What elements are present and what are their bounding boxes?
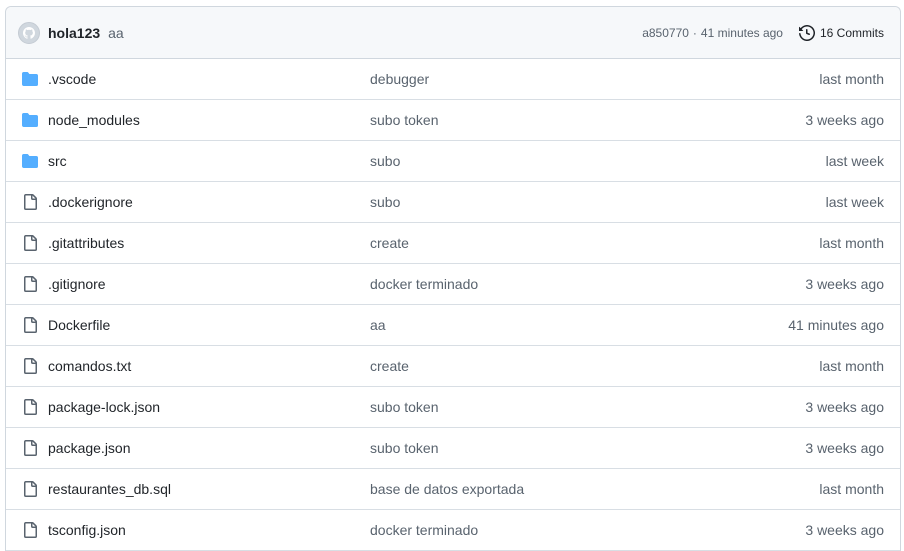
commit-date: last month bbox=[819, 358, 884, 374]
commit-time: 41 minutes ago bbox=[700, 25, 783, 40]
commit-message-link[interactable]: create bbox=[370, 235, 819, 251]
commit-date: last month bbox=[819, 235, 884, 251]
avatar[interactable] bbox=[18, 21, 40, 44]
file-icon bbox=[24, 276, 37, 292]
file-name-link[interactable]: .gitignore bbox=[48, 276, 370, 292]
commit-message-link[interactable]: docker terminado bbox=[370, 522, 805, 538]
file-name-link[interactable]: restaurantes_db.sql bbox=[48, 481, 370, 497]
commit-message-link[interactable]: debugger bbox=[370, 71, 819, 87]
commit-date: last month bbox=[819, 481, 884, 497]
file-icon bbox=[24, 317, 37, 333]
commit-message-link[interactable]: subo token bbox=[370, 440, 805, 456]
file-row[interactable]: .gitignore docker terminado 3 weeks ago bbox=[6, 264, 900, 305]
file-icon bbox=[24, 358, 37, 374]
commit-date: 3 weeks ago bbox=[805, 276, 884, 292]
file-icon-wrap bbox=[22, 522, 38, 538]
file-row[interactable]: package.json subo token 3 weeks ago bbox=[6, 428, 900, 469]
folder-icon bbox=[22, 72, 38, 86]
file-name-link[interactable]: .dockerignore bbox=[48, 194, 370, 210]
file-icon bbox=[24, 440, 37, 456]
file-name-link[interactable]: Dockerfile bbox=[48, 317, 370, 333]
file-icon-wrap bbox=[22, 440, 38, 456]
history-icon bbox=[798, 24, 815, 41]
file-icon-wrap bbox=[22, 276, 38, 292]
file-name-link[interactable]: src bbox=[48, 153, 370, 169]
commit-date: 3 weeks ago bbox=[805, 399, 884, 415]
file-list-box: hola123 aa a850770 · 41 minutes ago 16 C… bbox=[5, 6, 901, 551]
file-row[interactable]: Dockerfile aa 41 minutes ago bbox=[6, 305, 900, 346]
file-name-link[interactable]: node_modules bbox=[48, 112, 370, 128]
file-name-link[interactable]: .gitattributes bbox=[48, 235, 370, 251]
commit-message[interactable]: aa bbox=[108, 25, 124, 41]
commit-date: last month bbox=[819, 71, 884, 87]
commit-message-link[interactable]: aa bbox=[370, 317, 788, 333]
file-row[interactable]: package-lock.json subo token 3 weeks ago bbox=[6, 387, 900, 428]
commit-date: last week bbox=[825, 194, 884, 210]
file-icon bbox=[24, 399, 37, 415]
file-row[interactable]: src subo last week bbox=[6, 141, 900, 182]
commit-date: 3 weeks ago bbox=[805, 112, 884, 128]
file-icon bbox=[24, 194, 37, 210]
latest-commit-bar: hola123 aa a850770 · 41 minutes ago 16 C… bbox=[6, 7, 900, 59]
file-rows: .vscode debugger last month node_modules sub… bbox=[6, 59, 900, 551]
commits-history-button[interactable]: 16 Commits bbox=[798, 24, 884, 41]
commit-date: 3 weeks ago bbox=[805, 440, 884, 456]
commit-message-link[interactable]: create bbox=[370, 358, 819, 374]
commit-hash[interactable]: a850770 bbox=[642, 26, 689, 40]
commit-meta: a850770 · 41 minutes ago bbox=[642, 26, 783, 40]
commit-message-link[interactable]: subo bbox=[370, 153, 826, 169]
file-row[interactable]: tsconfig.json docker terminado 3 weeks ago bbox=[6, 510, 900, 551]
file-icon-wrap bbox=[22, 194, 38, 210]
file-name-link[interactable]: comandos.txt bbox=[48, 358, 370, 374]
commit-author[interactable]: hola123 bbox=[48, 25, 100, 41]
folder-icon-wrap bbox=[22, 71, 38, 87]
commit-date: 3 weeks ago bbox=[805, 522, 884, 538]
file-name-link[interactable]: package.json bbox=[48, 440, 370, 456]
folder-icon bbox=[22, 154, 38, 168]
file-row[interactable]: node_modules subo token 3 weeks ago bbox=[6, 100, 900, 141]
file-row[interactable]: comandos.txt create last month bbox=[6, 346, 900, 387]
file-icon-wrap bbox=[22, 481, 38, 497]
file-name-link[interactable]: package-lock.json bbox=[48, 399, 370, 415]
commit-message-link[interactable]: base de datos exportada bbox=[370, 481, 819, 497]
file-row[interactable]: restaurantes_db.sql base de datos exporta… bbox=[6, 469, 900, 510]
commit-message-link[interactable]: subo token bbox=[370, 399, 805, 415]
commit-message-link[interactable]: docker terminado bbox=[370, 276, 805, 292]
folder-icon-wrap bbox=[22, 112, 38, 128]
commits-count: 16 Commits bbox=[819, 25, 884, 40]
file-icon bbox=[24, 481, 37, 497]
folder-icon-wrap bbox=[22, 153, 38, 169]
file-row[interactable]: .dockerignore subo last week bbox=[6, 182, 900, 223]
file-icon-wrap bbox=[22, 399, 38, 415]
file-name-link[interactable]: .vscode bbox=[48, 71, 370, 87]
file-icon-wrap bbox=[22, 317, 38, 333]
file-row[interactable]: .vscode debugger last month bbox=[6, 59, 900, 100]
file-icon-wrap bbox=[22, 235, 38, 251]
file-icon bbox=[24, 522, 37, 538]
file-icon bbox=[24, 235, 37, 251]
separator: · bbox=[692, 25, 697, 40]
commit-message-link[interactable]: subo token bbox=[370, 112, 805, 128]
file-name-link[interactable]: tsconfig.json bbox=[48, 522, 370, 538]
commit-date: 41 minutes ago bbox=[788, 317, 884, 333]
folder-icon bbox=[22, 113, 38, 127]
file-icon-wrap bbox=[22, 358, 38, 374]
github-icon bbox=[23, 26, 35, 39]
commit-date: last week bbox=[825, 153, 884, 169]
commit-message-link[interactable]: subo bbox=[370, 194, 826, 210]
file-row[interactable]: .gitattributes create last month bbox=[6, 223, 900, 264]
